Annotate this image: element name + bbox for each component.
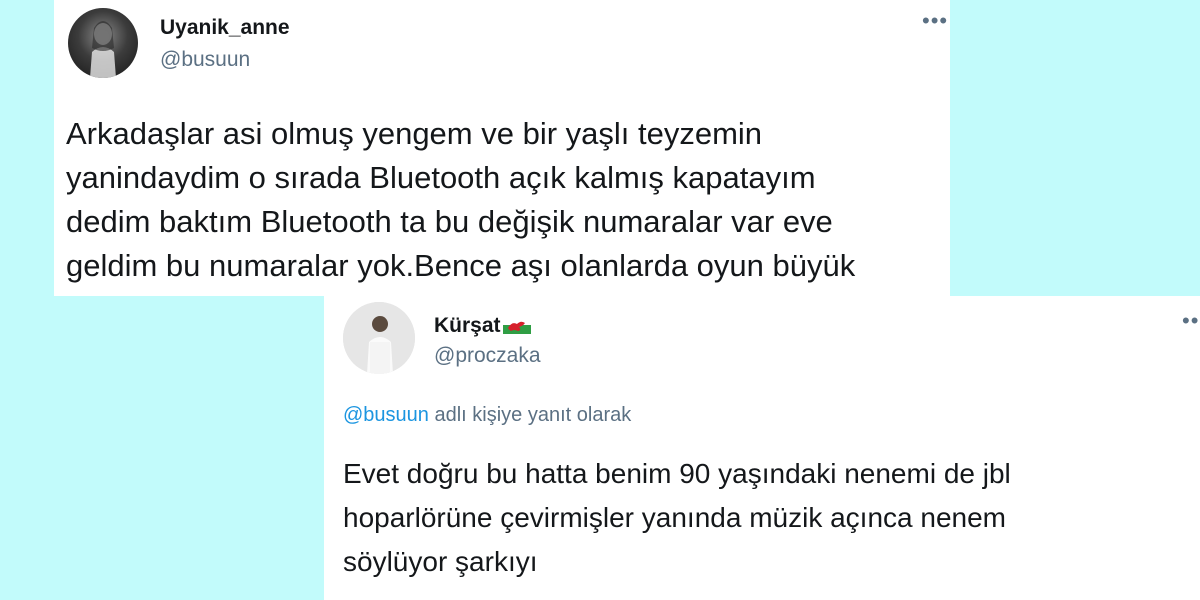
avatar-photo xyxy=(343,302,415,374)
reply-context-text: adlı kişiye yanıt olarak xyxy=(428,404,632,426)
user-handle[interactable]: @busuun xyxy=(160,48,250,72)
avatar[interactable] xyxy=(68,8,138,78)
avatar[interactable] xyxy=(343,302,415,374)
reply-mention-link[interactable]: @busuun xyxy=(343,404,429,426)
reply-context: @busuun adlı kişiye yanıt olarak xyxy=(343,404,631,427)
user-handle[interactable]: @proczaka xyxy=(434,344,541,368)
display-name-text: Kürşat xyxy=(434,314,501,337)
display-name[interactable]: Uyanik_anne xyxy=(160,16,290,40)
wales-flag-icon xyxy=(502,316,531,334)
tweet-text: Evet doğru bu hatta benim 90 yaşındaki n… xyxy=(343,458,1011,577)
more-horizontal-icon[interactable]: ••• xyxy=(1182,310,1200,332)
avatar-photo xyxy=(90,21,116,78)
tweet-text: Arkadaşlar asi olmuş yengem ve bir yaşlı… xyxy=(66,116,856,283)
tweet-card-1[interactable]: Uyanik_anne @busuun ••• Arkadaşlar asi o… xyxy=(54,0,950,296)
tweet-card-2[interactable]: Kürşat @proczaka ••• @busuun adlı kişiye… xyxy=(324,296,1200,600)
display-name[interactable]: Kürşat xyxy=(434,314,531,338)
more-horizontal-icon[interactable]: ••• xyxy=(922,10,948,32)
